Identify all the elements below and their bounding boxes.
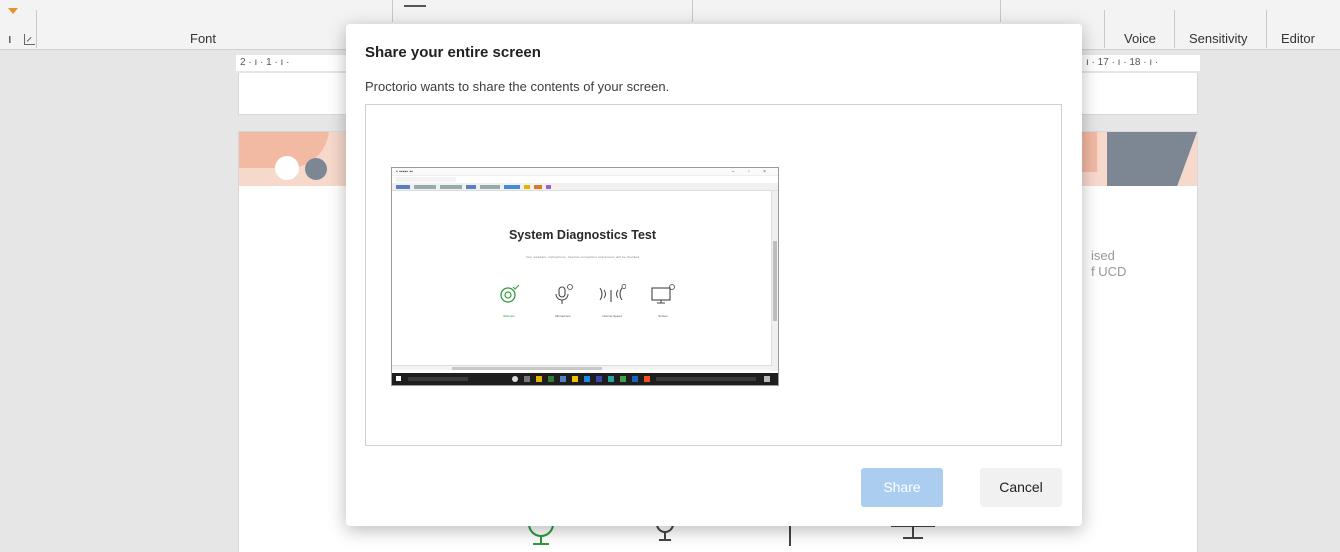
thumbnail-check-label: Microphone [555,314,571,318]
ribbon-group-voice: Voice [1124,31,1156,46]
ribbon-separator [36,10,37,48]
screen-icon [891,525,935,539]
thumbnail-window-controls: – ▫ × [731,169,772,175]
ribbon-group-divider: ı [8,31,12,46]
ruler-left[interactable]: 2 · ı · 1 · ı · [236,55,346,71]
internet-speed-icon [789,524,791,546]
ribbon-group-font: Font [190,31,217,46]
ribbon-separator [1174,10,1175,48]
thumbnail-check-label: Webcam [503,314,515,318]
share-button[interactable]: Share [861,468,943,507]
thumbnail-horizontal-scrollbar [392,365,773,370]
thumbnail-titlebar: ▪ ▪▪▪▪▪ ▪▪ – ▫ × [392,168,778,176]
ribbon-separator [392,0,393,22]
thumbnail-taskbar [392,373,778,385]
internet-speed-icon [599,284,626,302]
microphone-icon [555,284,573,304]
ribbon-separator [1266,10,1267,48]
thumbnail-scrollbar [771,191,778,371]
dialog-title: Share your entire screen [365,44,541,61]
document-text: ised [1091,248,1115,263]
ribbon-group-sensitivity: Sensitivity [1189,31,1248,46]
decorative-circle [275,156,299,180]
microphone-icon [656,524,674,541]
screen-icon [651,284,675,304]
decorative-shape [1107,132,1197,186]
ribbon-group-editor: Editor [1281,31,1315,46]
document-text: f UCD [1091,264,1127,279]
ribbon-separator [1000,0,1001,22]
thumbnail-heading: System Diagnostics Test [508,228,657,242]
cancel-button[interactable]: Cancel [980,468,1062,507]
ribbon-separator [692,0,693,22]
thumbnail-subtitle: Your webcam, microphone, internet connec… [525,255,640,259]
ribbon-separator [1104,10,1105,48]
chevron-down-icon[interactable] [8,8,18,14]
decorative-circle [305,158,327,180]
thumbnail-window-title: ▪ ▪▪▪▪▪ ▪▪ [396,169,413,175]
thumbnail-check-label: Screen [658,314,668,318]
thumbnail-toolbar [392,183,778,191]
webcam-icon [528,524,554,545]
thumbnail-check-label: Internet Speed [602,314,622,318]
ribbon-control-fragment [404,5,426,7]
screen-preview-area: ▪ ▪▪▪▪▪ ▪▪ – ▫ × System Diagnostics Test… [365,104,1062,446]
ruler-right[interactable]: ı · 17 · ı · 18 · ı · [1082,55,1200,71]
dialog-launcher-icon[interactable] [24,34,35,45]
screen-thumbnail[interactable]: ▪ ▪▪▪▪▪ ▪▪ – ▫ × System Diagnostics Test… [391,167,779,386]
thumbnail-address-bar [396,177,456,182]
webcam-icon [500,284,520,303]
dialog-description: Proctorio wants to share the contents of… [365,79,670,94]
share-screen-dialog: Share your entire screen Proctorio wants… [346,24,1082,526]
